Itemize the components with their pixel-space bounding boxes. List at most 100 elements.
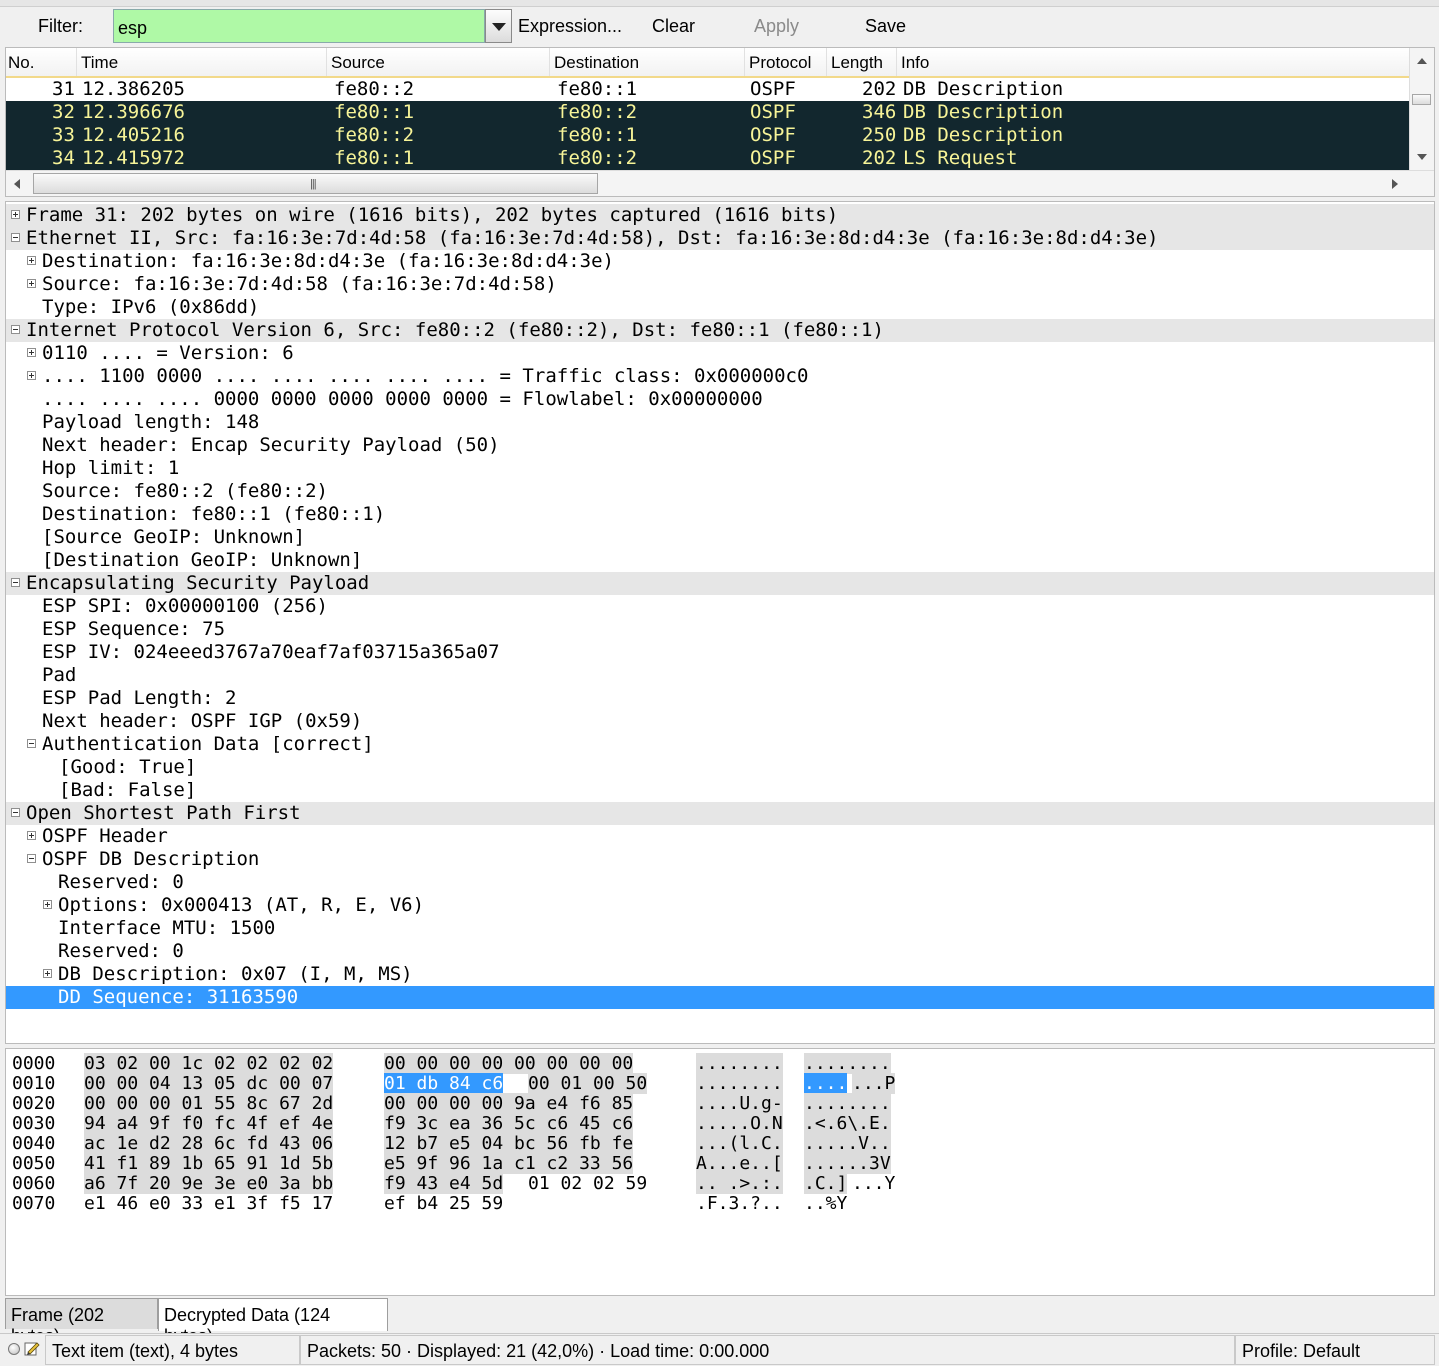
col-header-time[interactable]: Time [81,53,118,73]
tree-item-ospf[interactable]: Open Shortest Path First [6,802,1434,825]
packet-protocol: OSPF [750,78,796,100]
scroll-right-icon[interactable] [1392,179,1398,189]
hex-row[interactable]: 0060 a6 7f 20 9e 3e e0 3a bb f9 43 e4 5d… [6,1173,895,1194]
tree-item[interactable]: Authentication Data [correct] [6,733,1434,756]
hex-ascii: .F.3.?.. [696,1193,783,1214]
tree-item[interactable]: OSPF Header [6,825,1434,848]
tree-item[interactable]: [Destination GeoIP: Unknown] [6,549,1434,572]
expand-icon[interactable] [11,210,20,219]
edit-comment-icon[interactable] [24,1340,40,1356]
collapse-icon[interactable] [11,233,20,242]
tree-item[interactable]: ESP Sequence: 75 [6,618,1434,641]
expand-icon[interactable] [43,969,52,978]
tree-item-ipv6[interactable]: Internet Protocol Version 6, Src: fe80::… [6,319,1434,342]
collapse-icon[interactable] [11,808,20,817]
tree-item[interactable]: [Source GeoIP: Unknown] [6,526,1434,549]
packet-list-header: No. Time Source Destination Protocol Len… [6,48,1410,78]
packet-row[interactable]: 32 12.396676 fe80::1 fe80::2 OSPF 346 DB… [6,101,1410,124]
scroll-left-icon[interactable] [14,179,20,189]
tree-item[interactable]: DB Description: 0x07 (I, M, MS) [6,963,1434,986]
hex-ascii: .. .>.:. [696,1173,783,1194]
tree-item[interactable]: Pad [6,664,1434,687]
tree-item[interactable]: Interface MTU: 1500 [6,917,1434,940]
collapse-icon[interactable] [11,325,20,334]
collapse-icon[interactable] [11,578,20,587]
collapse-icon[interactable] [27,854,36,863]
tree-item[interactable]: ESP SPI: 0x00000100 (256) [6,595,1434,618]
expand-icon[interactable] [27,348,36,357]
packet-protocol: OSPF [750,147,796,169]
clear-button[interactable]: Clear [652,16,695,37]
filter-dropdown-button[interactable] [485,9,512,43]
expert-info-led-icon[interactable] [8,1343,20,1355]
expand-icon[interactable] [27,279,36,288]
tree-item-ethernet[interactable]: Ethernet II, Src: fa:16:3e:7d:4d:58 (fa:… [6,227,1434,250]
tree-item-selected[interactable]: DD Sequence: 31163590 [6,986,1434,1009]
hex-row[interactable]: 0070 e1 46 e0 33 e1 3f f5 17 ef b4 25 59… [6,1193,847,1214]
tree-item[interactable]: Source: fe80::2 (fe80::2) [6,480,1434,503]
tree-item[interactable]: [Good: True] [6,756,1434,779]
tree-item[interactable]: ESP Pad Length: 2 [6,687,1434,710]
tab-frame[interactable]: Frame (202 bytes) [5,1298,158,1346]
tree-item[interactable]: Destination: fa:16:3e:8d:d4:3e (fa:16:3e… [6,250,1434,273]
packet-row[interactable]: 31 12.386205 fe80::2 fe80::1 OSPF 202 DB… [6,78,1410,101]
col-header-source[interactable]: Source [331,53,385,73]
tab-decrypted-data[interactable]: Decrypted Data (124 bytes) [158,1298,388,1346]
packet-time: 12.386205 [82,78,185,100]
hex-offset: 0050 [12,1153,56,1174]
packet-row[interactable]: 33 12.405216 fe80::2 fe80::1 OSPF 250 DB… [6,124,1410,147]
tree-item-esp[interactable]: Encapsulating Security Payload [6,572,1434,595]
tree-item[interactable]: [Bad: False] [6,779,1434,802]
tree-item[interactable]: Reserved: 0 [6,871,1434,894]
packet-row[interactable]: 34 12.415972 fe80::1 fe80::2 OSPF 202 LS… [6,147,1410,170]
hex-row[interactable]: 0050 41 f1 89 1b 65 91 1d 5b e5 9f 96 1a… [6,1153,891,1174]
packet-list-horizontal-scrollbar[interactable]: ||| [6,170,1434,196]
hex-row[interactable]: 0010 00 00 04 13 05 dc 00 07 01 db 84 c6… [6,1073,896,1094]
hex-row[interactable]: 0030 94 a4 9f f0 fc 4f ef 4e f9 3c ea 36… [6,1113,891,1134]
expand-icon[interactable] [27,256,36,265]
expand-icon[interactable] [43,900,52,909]
col-header-no[interactable]: No. [8,53,34,73]
save-button[interactable]: Save [865,16,906,37]
packet-length: 202 [862,147,897,169]
hex-row[interactable]: 0020 00 00 00 01 55 8c 67 2d 00 00 00 00… [6,1093,891,1114]
hex-bytes: 03 02 00 1c 02 02 02 02 [84,1053,334,1074]
packet-no: 31 [52,78,75,100]
scroll-down-icon[interactable] [1417,154,1427,160]
tree-item[interactable]: Source: fa:16:3e:7d:4d:58 (fa:16:3e:7d:4… [6,273,1434,296]
col-header-destination[interactable]: Destination [554,53,639,73]
tree-item[interactable]: .... 1100 0000 .... .... .... .... .... … [6,365,1434,388]
col-header-length[interactable]: Length [831,53,883,73]
expand-icon[interactable] [27,831,36,840]
hex-ascii: .<.6\.E. [804,1113,891,1134]
tree-item[interactable]: Hop limit: 1 [6,457,1434,480]
filter-input[interactable]: esp [113,9,485,43]
tree-item[interactable]: ESP IV: 024eeed3767a70eaf7af03715a365a07 [6,641,1434,664]
hex-row[interactable]: 0000 03 02 00 1c 02 02 02 02 00 00 00 00… [6,1053,891,1074]
expand-icon[interactable] [27,371,36,380]
tree-item-frame[interactable]: Frame 31: 202 bytes on wire (1616 bits),… [6,204,1434,227]
packet-list-vertical-scrollbar[interactable] [1409,48,1434,170]
tree-item[interactable]: Next header: OSPF IGP (0x59) [6,710,1434,733]
hex-bytes: 41 f1 89 1b 65 91 1d 5b [84,1153,334,1174]
tree-item[interactable]: Options: 0x000413 (AT, R, E, V6) [6,894,1434,917]
tree-item[interactable]: Destination: fe80::1 (fe80::1) [6,503,1434,526]
tree-item[interactable]: Next header: Encap Security Payload (50) [6,434,1434,457]
filter-label: Filter: [38,16,83,36]
tree-item[interactable]: 0110 .... = Version: 6 [6,342,1434,365]
col-header-protocol[interactable]: Protocol [749,53,811,73]
tree-item[interactable]: OSPF DB Description [6,848,1434,871]
status-profile[interactable]: Profile: Default [1235,1335,1435,1365]
tree-item[interactable]: .... .... .... 0000 0000 0000 0000 0000 … [6,388,1434,411]
tree-item[interactable]: Type: IPv6 (0x86dd) [6,296,1434,319]
hex-row[interactable]: 0040 ac 1e d2 28 6c fd 43 06 12 b7 e5 04… [6,1133,891,1154]
collapse-icon[interactable] [27,739,36,748]
scroll-thumb[interactable]: ||| [33,173,598,194]
scroll-thumb[interactable] [1412,94,1431,105]
expression-button[interactable]: Expression... [518,16,622,37]
col-header-info[interactable]: Info [901,53,929,73]
tree-item[interactable]: Reserved: 0 [6,940,1434,963]
scroll-up-icon[interactable] [1417,58,1427,64]
apply-button[interactable]: Apply [754,16,799,37]
tree-item[interactable]: Payload length: 148 [6,411,1434,434]
